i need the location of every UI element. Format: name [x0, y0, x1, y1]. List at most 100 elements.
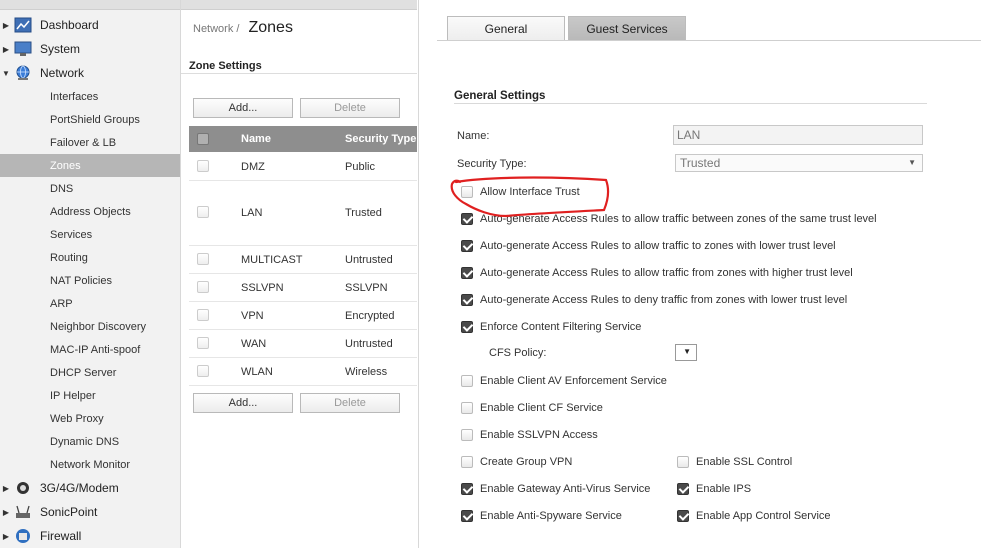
cfs-policy-label: CFS Policy:: [489, 347, 547, 359]
breadcrumb-parent[interactable]: Network /: [193, 23, 239, 35]
column-header-name[interactable]: Name: [241, 133, 271, 145]
tab-guest-services[interactable]: Guest Services: [568, 16, 686, 41]
option-app-control[interactable]: Enable App Control Service: [677, 508, 831, 524]
checkbox[interactable]: [461, 321, 473, 333]
table-row[interactable]: WLAN Wireless: [189, 358, 417, 386]
row-checkbox[interactable]: [197, 160, 209, 172]
expand-arrow-icon[interactable]: ▶: [0, 45, 12, 54]
nav-group-firewall[interactable]: ▶ Firewall: [0, 525, 180, 547]
select-all-checkbox[interactable]: [197, 133, 209, 145]
zone-name: SSLVPN: [241, 282, 284, 294]
table-row[interactable]: LAN Trusted: [189, 181, 417, 246]
sidebar-item-dns[interactable]: DNS: [0, 177, 180, 200]
sidebar-item-web-proxy[interactable]: Web Proxy: [0, 407, 180, 430]
option-auto-rules-higher-trust[interactable]: Auto-generate Access Rules to allow traf…: [461, 265, 853, 281]
table-row[interactable]: DMZ Public: [189, 152, 417, 181]
row-checkbox[interactable]: [197, 365, 209, 377]
nav-group-sonicpoint[interactable]: ▶ SonicPoint: [0, 501, 180, 523]
add-zone-button[interactable]: Add...: [193, 98, 293, 118]
sidebar-item-routing[interactable]: Routing: [0, 246, 180, 269]
tab-general[interactable]: General: [447, 16, 565, 41]
option-auto-rules-deny-lower[interactable]: Auto-generate Access Rules to deny traff…: [461, 292, 847, 308]
nav-group-system[interactable]: ▶ System: [0, 38, 180, 60]
sidebar-item-interfaces[interactable]: Interfaces: [0, 85, 180, 108]
sidebar-item-services[interactable]: Services: [0, 223, 180, 246]
row-checkbox[interactable]: [197, 253, 209, 265]
sidebar-item-nat-policies[interactable]: NAT Policies: [0, 269, 180, 292]
expand-arrow-icon[interactable]: ▶: [0, 532, 12, 541]
option-client-cf[interactable]: Enable Client CF Service: [461, 400, 603, 416]
add-zone-button-bottom[interactable]: Add...: [193, 393, 293, 413]
sidebar-item-failover-lb[interactable]: Failover & LB: [0, 131, 180, 154]
divider: [181, 73, 417, 74]
table-row[interactable]: SSLVPN SSLVPN: [189, 274, 417, 302]
nav-group-dashboard[interactable]: ▶ Dashboard: [0, 14, 180, 36]
option-ips[interactable]: Enable IPS: [677, 481, 751, 497]
panel-top-bar: [181, 0, 417, 10]
row-checkbox[interactable]: [197, 281, 209, 293]
nav-group-label: Dashboard: [40, 18, 99, 32]
sidebar-item-dhcp-server[interactable]: DHCP Server: [0, 361, 180, 384]
checkbox[interactable]: [461, 294, 473, 306]
zone-name-field[interactable]: LAN: [673, 125, 923, 145]
zones-table-header: Name Security Type: [189, 126, 417, 152]
sidebar-item-neighbor-discovery[interactable]: Neighbor Discovery: [0, 315, 180, 338]
checkbox[interactable]: [677, 510, 689, 522]
checkbox[interactable]: [461, 240, 473, 252]
security-type-select[interactable]: Trusted ▼: [675, 154, 923, 172]
option-anti-spyware[interactable]: Enable Anti-Spyware Service: [461, 508, 622, 524]
zone-security-type: Untrusted: [345, 254, 393, 266]
checkbox[interactable]: [461, 375, 473, 387]
table-row[interactable]: VPN Encrypted: [189, 302, 417, 330]
option-group-vpn[interactable]: Create Group VPN: [461, 454, 572, 470]
checkbox[interactable]: [461, 267, 473, 279]
zone-security-type: SSLVPN: [345, 282, 388, 294]
cfs-policy-select[interactable]: ▼: [675, 344, 697, 361]
option-ssl-control[interactable]: Enable SSL Control: [677, 454, 792, 470]
expand-arrow-icon[interactable]: ▶: [0, 484, 12, 493]
checkbox[interactable]: [677, 456, 689, 468]
delete-zone-button[interactable]: Delete: [300, 98, 400, 118]
row-checkbox[interactable]: [197, 337, 209, 349]
sidebar-item-ip-helper[interactable]: IP Helper: [0, 384, 180, 407]
option-client-av[interactable]: Enable Client AV Enforcement Service: [461, 373, 667, 389]
checkbox[interactable]: [677, 483, 689, 495]
sidebar-item-network-monitor[interactable]: Network Monitor: [0, 453, 180, 476]
zone-settings-title: Zone Settings: [189, 60, 262, 72]
option-gateway-av[interactable]: Enable Gateway Anti-Virus Service: [461, 481, 650, 497]
checkbox[interactable]: [461, 429, 473, 441]
sidebar-item-portshield-groups[interactable]: PortShield Groups: [0, 108, 180, 131]
option-enforce-cfs[interactable]: Enforce Content Filtering Service: [461, 319, 641, 335]
zones-list-panel: Network / Zones Zone Settings Add... Del…: [181, 0, 417, 548]
nav-group-modem[interactable]: ▶ 3G/4G/Modem: [0, 477, 180, 499]
row-checkbox[interactable]: [197, 206, 209, 218]
expand-arrow-icon[interactable]: ▶: [0, 508, 12, 517]
table-row[interactable]: WAN Untrusted: [189, 330, 417, 358]
nav-group-label: Firewall: [40, 529, 82, 543]
option-sslvpn-access[interactable]: Enable SSLVPN Access: [461, 427, 598, 443]
option-label: Enable SSLVPN Access: [480, 429, 598, 441]
sidebar-item-address-objects[interactable]: Address Objects: [0, 200, 180, 223]
sidebar-nav: ▶ Dashboard ▶ System ▼ Network Interface…: [0, 0, 181, 548]
sidebar-item-dynamic-dns[interactable]: Dynamic DNS: [0, 430, 180, 453]
sidebar-item-mac-ip-anti-spoof[interactable]: MAC-IP Anti-spoof: [0, 338, 180, 361]
table-row[interactable]: MULTICAST Untrusted: [189, 246, 417, 274]
sidebar-item-zones[interactable]: Zones: [0, 154, 180, 177]
option-auto-rules-lower-trust[interactable]: Auto-generate Access Rules to allow traf…: [461, 238, 836, 254]
option-label: Create Group VPN: [480, 456, 573, 468]
checkbox[interactable]: [461, 510, 473, 522]
delete-zone-button-bottom[interactable]: Delete: [300, 393, 400, 413]
firewall-icon: [16, 529, 30, 543]
expand-arrow-icon[interactable]: ▶: [0, 21, 12, 30]
row-checkbox[interactable]: [197, 309, 209, 321]
collapse-arrow-icon[interactable]: ▼: [0, 69, 12, 78]
zone-name: LAN: [241, 207, 263, 219]
checkbox[interactable]: [461, 483, 473, 495]
divider: [454, 103, 927, 104]
nav-group-network[interactable]: ▼ Network: [0, 62, 180, 84]
checkbox[interactable]: [461, 456, 473, 468]
column-header-security-type[interactable]: Security Type: [345, 133, 416, 145]
general-settings-title: General Settings: [454, 90, 546, 102]
sidebar-item-arp[interactable]: ARP: [0, 292, 180, 315]
checkbox[interactable]: [461, 402, 473, 414]
